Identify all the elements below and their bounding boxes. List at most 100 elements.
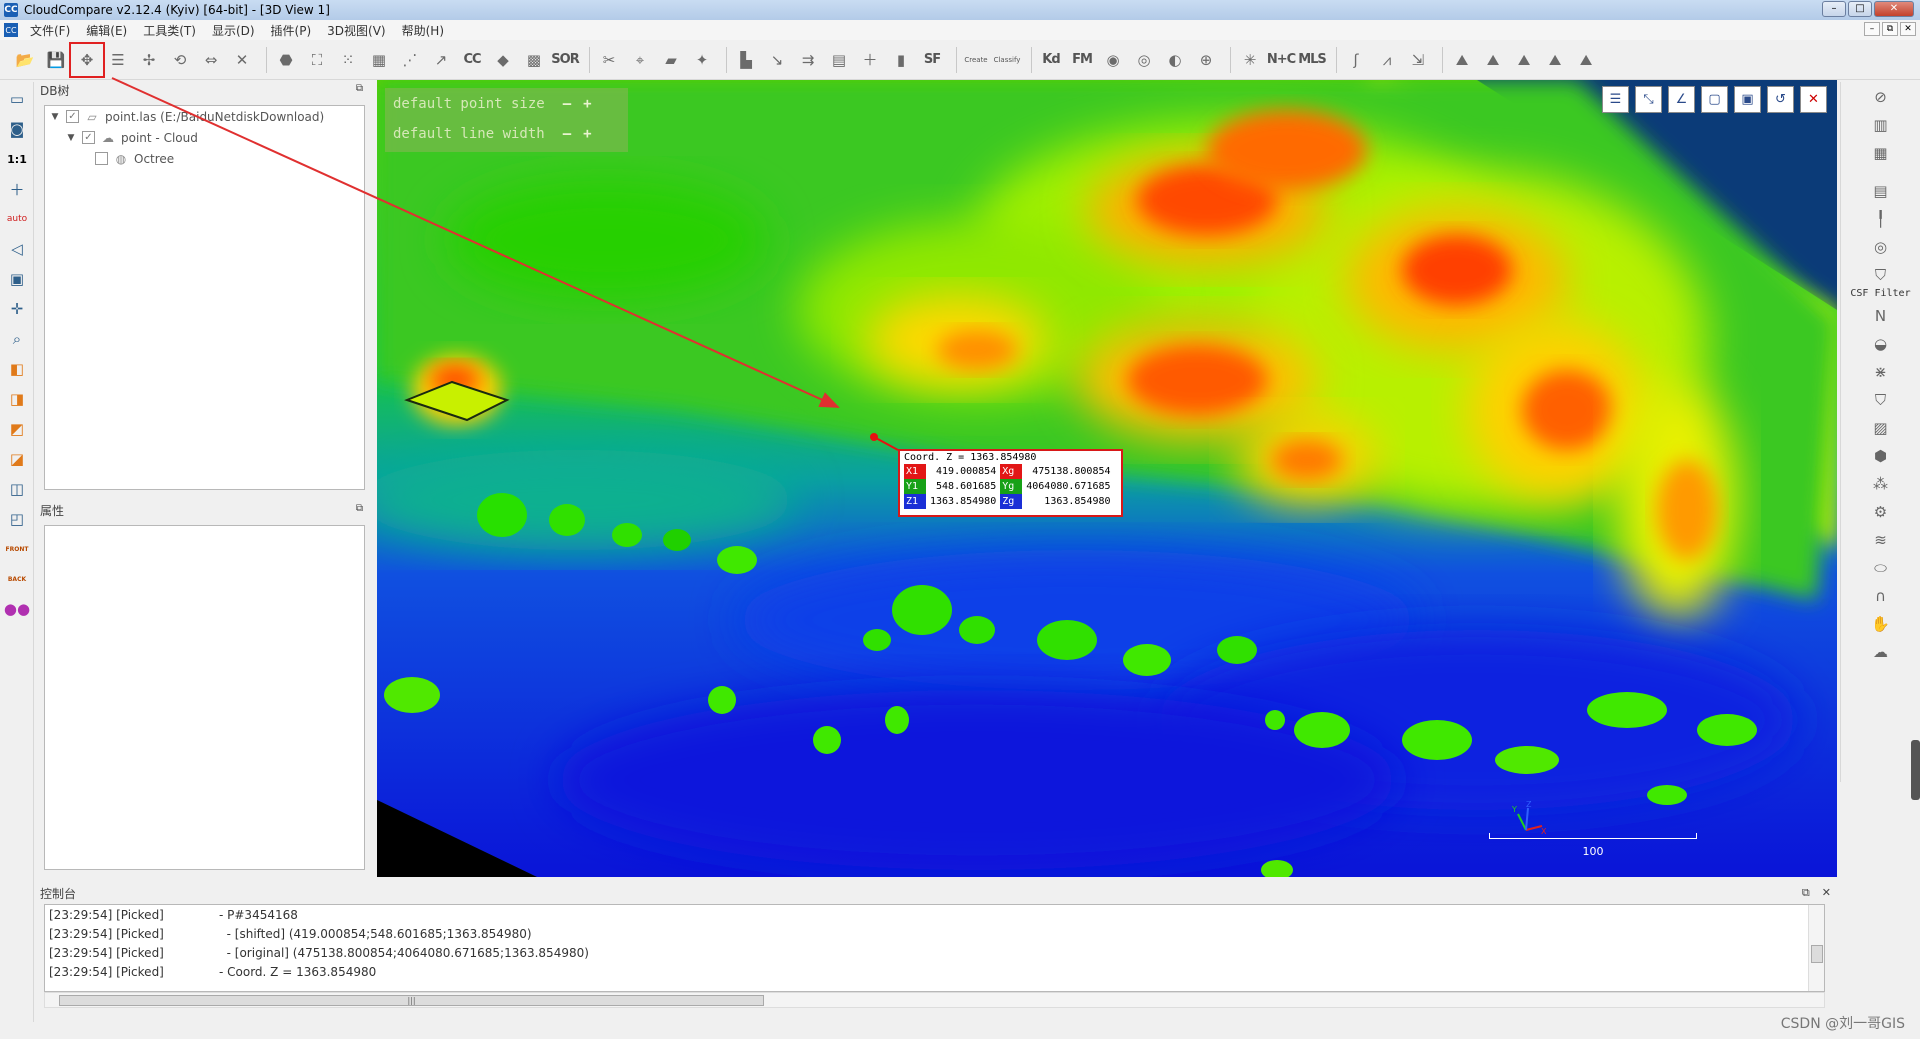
front-view-icon[interactable]: ◨ bbox=[4, 386, 30, 412]
plane-icon[interactable]: ▰ bbox=[658, 47, 684, 73]
hand-icon[interactable]: ✋ bbox=[1866, 611, 1896, 637]
puzzle-icon[interactable]: ✳ bbox=[1237, 47, 1263, 73]
menu-help[interactable]: 帮助(H) bbox=[394, 22, 452, 39]
grid-icon[interactable]: ▤ bbox=[826, 47, 852, 73]
sf-button[interactable]: SF bbox=[919, 47, 945, 73]
sample-icon[interactable]: ⬣ bbox=[273, 47, 299, 73]
terrain-5-icon[interactable]: ⛰ bbox=[1573, 47, 1599, 73]
close-tool-icon[interactable]: ✕ bbox=[1800, 86, 1827, 113]
cube-icon[interactable]: ▣ bbox=[4, 266, 30, 292]
m3c2-icon[interactable]: ⋇ bbox=[1866, 359, 1896, 385]
csf-filter-label[interactable]: CSF Filter bbox=[1841, 288, 1920, 299]
mls-button[interactable]: MLS bbox=[1298, 47, 1327, 73]
nc-button[interactable]: N+C bbox=[1267, 47, 1296, 73]
picked-point-label[interactable]: Coord. Z = 1363.854980 X1 419.000854 Xg … bbox=[898, 449, 1123, 517]
save-icon[interactable]: 💾 bbox=[43, 47, 69, 73]
north-button[interactable]: N bbox=[1866, 303, 1896, 329]
ellipse-icon[interactable]: ⬭ bbox=[1866, 555, 1896, 581]
delete-icon[interactable]: ✕ bbox=[229, 47, 255, 73]
kd-button[interactable]: Kd bbox=[1038, 47, 1064, 73]
scroll-thumb[interactable] bbox=[1811, 945, 1823, 963]
move-icon[interactable]: ✛ bbox=[4, 296, 30, 322]
stick-icon[interactable]: ╿ bbox=[1866, 206, 1896, 232]
close-panel-icon[interactable]: ✕ bbox=[1822, 886, 1831, 900]
pivot-icon[interactable]: ＋ bbox=[4, 176, 30, 202]
normals-icon[interactable]: ↗ bbox=[428, 47, 454, 73]
3d-view[interactable]: default point size — + default line widt… bbox=[377, 80, 1837, 877]
color-scale-icon[interactable]: ▥ bbox=[1866, 112, 1896, 138]
menu-3dviews[interactable]: 3D视图(V) bbox=[319, 22, 393, 39]
float-panel-icon[interactable]: ⧉ bbox=[356, 503, 363, 514]
monitor-icon[interactable]: ▭ bbox=[4, 86, 30, 112]
visibility-checkbox[interactable] bbox=[95, 152, 108, 165]
back-iso-button[interactable]: BACK bbox=[4, 566, 30, 592]
shield-2-icon[interactable]: ⛉ bbox=[1866, 387, 1896, 413]
film-icon[interactable]: ▤ bbox=[1866, 178, 1896, 204]
fm-button[interactable]: FM bbox=[1069, 47, 1095, 73]
zoom-ratio-button[interactable]: 1:1 bbox=[4, 146, 30, 172]
pin-icon[interactable]: ✦ bbox=[689, 47, 715, 73]
bottom-view-icon[interactable]: ◰ bbox=[4, 506, 30, 532]
profile-icon[interactable]: ⩘ bbox=[1374, 47, 1400, 73]
translate-icon[interactable]: ✢ bbox=[136, 47, 162, 73]
rotate-icon[interactable]: ⟲ bbox=[167, 47, 193, 73]
arch-icon[interactable]: ∩ bbox=[1866, 583, 1896, 609]
front-iso-button[interactable]: FRONT bbox=[4, 536, 30, 562]
minimize-button[interactable]: – bbox=[1822, 1, 1846, 17]
visibility-checkbox[interactable]: ✓ bbox=[82, 131, 95, 144]
view-icon[interactable]: ◁ bbox=[4, 236, 30, 262]
cc-button[interactable]: CC bbox=[459, 47, 485, 73]
list-icon[interactable]: ☰ bbox=[105, 47, 131, 73]
scatter-icon[interactable]: ⋰ bbox=[397, 47, 423, 73]
curve-icon[interactable]: ʃ bbox=[1343, 47, 1369, 73]
compass-plugin-icon[interactable]: ◎ bbox=[1866, 234, 1896, 260]
subsample-icon[interactable]: ⛶ bbox=[304, 47, 330, 73]
mdi-minimize-button[interactable]: – bbox=[1864, 22, 1880, 36]
camera-icon[interactable]: ◙ bbox=[4, 116, 30, 142]
maximize-button[interactable]: □ bbox=[1848, 1, 1872, 17]
mdi-restore-button[interactable]: ⧉ bbox=[1882, 22, 1898, 36]
angle-icon[interactable]: ∠ bbox=[1668, 86, 1695, 113]
menu-display[interactable]: 显示(D) bbox=[204, 22, 263, 39]
expand-arrow-icon[interactable]: ▼ bbox=[65, 133, 77, 143]
graph-icon[interactable]: ↘ bbox=[764, 47, 790, 73]
terrain-1-icon[interactable]: ⛰ bbox=[1449, 47, 1475, 73]
canupo-create-button[interactable]: Create bbox=[963, 47, 989, 73]
poisson-icon[interactable]: ◉ bbox=[1100, 47, 1126, 73]
noise-icon[interactable]: ⁙ bbox=[335, 47, 361, 73]
add-sf-icon[interactable]: ＋ bbox=[857, 47, 883, 73]
line-width-decrease[interactable]: — bbox=[563, 126, 571, 142]
line-width-increase[interactable]: + bbox=[583, 126, 591, 142]
globe-icon[interactable]: ⊕ bbox=[1193, 47, 1219, 73]
compass-icon[interactable]: ◎ bbox=[1131, 47, 1157, 73]
density-icon[interactable]: ▦ bbox=[366, 47, 392, 73]
point-picking-icon[interactable]: ✥ bbox=[69, 41, 105, 78]
open-icon[interactable]: 📂 bbox=[12, 47, 38, 73]
rect-icon[interactable]: ▢ bbox=[1701, 86, 1728, 113]
histogram-icon[interactable]: ▙ bbox=[733, 47, 759, 73]
stereo-icon[interactable]: ●● bbox=[4, 596, 30, 622]
shield-icon[interactable]: ⛉ bbox=[1866, 262, 1896, 288]
point-size-increase[interactable]: + bbox=[583, 96, 591, 112]
segment-icon[interactable]: ✂ bbox=[596, 47, 622, 73]
visibility-checkbox[interactable]: ✓ bbox=[66, 110, 79, 123]
layers-icon[interactable]: ≋ bbox=[1866, 527, 1896, 553]
left-view-icon[interactable]: ◩ bbox=[4, 416, 30, 442]
crosshair-icon[interactable]: ⌖ bbox=[627, 47, 653, 73]
reset-icon[interactable]: ↺ bbox=[1767, 86, 1794, 113]
properties-icon[interactable]: ☰ bbox=[1602, 86, 1629, 113]
gear-icon[interactable]: ⚙ bbox=[1866, 499, 1896, 525]
bar-icon[interactable]: ▮ bbox=[888, 47, 914, 73]
filter-sf-icon[interactable]: ⇉ bbox=[795, 47, 821, 73]
menu-file[interactable]: 文件(F) bbox=[22, 22, 78, 39]
terrain-4-icon[interactable]: ⛰ bbox=[1542, 47, 1568, 73]
auto-pivot-button[interactable]: auto bbox=[4, 206, 30, 232]
expand-arrow-icon[interactable]: ▼ bbox=[49, 112, 61, 122]
close-button[interactable]: ✕ bbox=[1874, 1, 1914, 17]
hpr-icon[interactable]: ◒ bbox=[1866, 331, 1896, 357]
menu-edit[interactable]: 编辑(E) bbox=[78, 22, 135, 39]
top-view-icon[interactable]: ◧ bbox=[4, 356, 30, 382]
ransac-icon[interactable]: ⁂ bbox=[1866, 471, 1896, 497]
checker-icon[interactable]: ▩ bbox=[521, 47, 547, 73]
scroll-thumb[interactable]: ||| bbox=[59, 995, 764, 1006]
